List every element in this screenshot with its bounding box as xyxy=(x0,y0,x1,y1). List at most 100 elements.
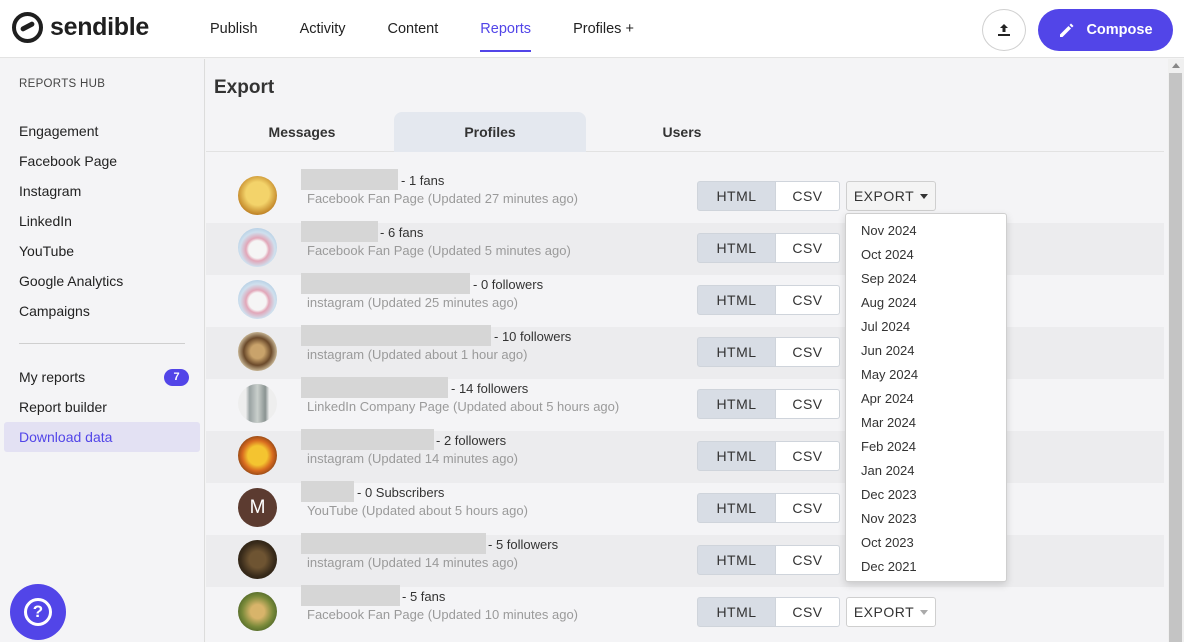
export-controls: HTML CSV xyxy=(697,389,840,419)
profile-subtitle: Facebook Fan Page (Updated 27 minutes ag… xyxy=(307,191,579,206)
sidebar-item-engagement[interactable]: Engagement xyxy=(4,116,200,146)
sidebar-item-label: My reports xyxy=(19,369,86,385)
html-button[interactable]: HTML xyxy=(697,597,776,627)
tab-messages[interactable]: Messages xyxy=(206,112,398,152)
export-controls: HTML CSV xyxy=(697,493,840,523)
avatar xyxy=(238,228,277,267)
list-item: - 6 fans Facebook Fan Page (Updated 5 mi… xyxy=(206,221,1164,275)
sidebar-item-linkedin[interactable]: LinkedIn xyxy=(4,206,200,236)
top-navigation-bar: sendible Publish Activity Content Report… xyxy=(0,0,1184,58)
export-dropdown-button[interactable]: EXPORT xyxy=(846,597,936,627)
html-button[interactable]: HTML xyxy=(697,441,776,471)
export-controls: HTML CSV EXPORT xyxy=(697,597,936,627)
html-button[interactable]: HTML xyxy=(697,389,776,419)
menu-item-month[interactable]: Aug 2024 xyxy=(846,290,1006,314)
csv-button[interactable]: CSV xyxy=(776,493,840,523)
compose-button[interactable]: Compose xyxy=(1038,9,1173,51)
csv-button[interactable]: CSV xyxy=(776,181,840,211)
sidebar-item-youtube[interactable]: YouTube xyxy=(4,236,200,266)
csv-button[interactable]: CSV xyxy=(776,285,840,315)
list-item: - 10 followers instagram (Updated about … xyxy=(206,325,1164,379)
export-label: EXPORT xyxy=(853,604,915,620)
sidebar-menu: Engagement Facebook Page Instagram Linke… xyxy=(4,116,200,452)
nav-reports[interactable]: Reports xyxy=(468,0,543,58)
nav-profiles[interactable]: Profiles + xyxy=(561,0,646,58)
sidebar-item-my-reports[interactable]: My reports 7 xyxy=(4,362,200,392)
csv-button[interactable]: CSV xyxy=(776,441,840,471)
menu-item-month[interactable]: Oct 2023 xyxy=(846,530,1006,554)
page-scrollbar[interactable] xyxy=(1168,59,1184,642)
menu-item-month[interactable]: Apr 2024 xyxy=(846,386,1006,410)
scroll-up-arrow-icon[interactable] xyxy=(1172,63,1180,68)
profile-stat: - 2 followers xyxy=(436,433,507,448)
export-controls: HTML CSV xyxy=(697,337,840,367)
nav-publish[interactable]: Publish xyxy=(198,0,270,58)
csv-button[interactable]: CSV xyxy=(776,389,840,419)
profile-stat: - 14 followers xyxy=(451,381,529,396)
html-button[interactable]: HTML xyxy=(697,233,776,263)
menu-item-month[interactable]: Dec 2021 xyxy=(846,554,1006,578)
scrollbar-thumb[interactable] xyxy=(1169,73,1182,642)
html-button[interactable]: HTML xyxy=(697,181,776,211)
tab-users[interactable]: Users xyxy=(586,112,778,152)
nav-content[interactable]: Content xyxy=(375,0,450,58)
html-button[interactable]: HTML xyxy=(697,545,776,575)
page-title: Export xyxy=(214,77,275,98)
sidebar-item-download-data[interactable]: Download data xyxy=(4,422,200,452)
html-button[interactable]: HTML xyxy=(697,493,776,523)
tab-profiles[interactable]: Profiles xyxy=(394,112,586,152)
html-button[interactable]: HTML xyxy=(697,285,776,315)
help-button[interactable]: ? xyxy=(10,584,66,640)
nav-activity[interactable]: Activity xyxy=(288,0,358,58)
csv-button[interactable]: CSV xyxy=(776,597,840,627)
menu-item-month[interactable]: Dec 2023 xyxy=(846,482,1006,506)
upload-button[interactable] xyxy=(982,9,1026,51)
sidebar-title: REPORTS HUB xyxy=(19,78,106,90)
profile-subtitle: Facebook Fan Page (Updated 10 minutes ag… xyxy=(307,607,579,622)
html-button[interactable]: HTML xyxy=(697,337,776,367)
export-month-menu: Nov 2024 Oct 2024 Sep 2024 Aug 2024 Jul … xyxy=(845,213,1007,582)
menu-item-month[interactable]: Nov 2024 xyxy=(846,218,1006,242)
profile-stat: - 6 fans xyxy=(380,225,424,240)
csv-button[interactable]: CSV xyxy=(776,337,840,367)
sidebar-item-campaigns[interactable]: Campaigns xyxy=(4,296,200,326)
menu-item-month[interactable]: Jun 2024 xyxy=(846,338,1006,362)
sidebar-item-report-builder[interactable]: Report builder xyxy=(4,392,200,422)
redacted-profile-name xyxy=(301,481,354,502)
profile-stat: - 10 followers xyxy=(494,329,572,344)
sidebar-item-instagram[interactable]: Instagram xyxy=(4,176,200,206)
redacted-profile-name xyxy=(301,585,400,606)
export-panel: Export Messages Profiles Users - 1 fans … xyxy=(206,59,1168,642)
avatar xyxy=(238,592,277,631)
menu-item-month[interactable]: Nov 2023 xyxy=(846,506,1006,530)
profile-subtitle: YouTube (Updated about 5 hours ago) xyxy=(307,503,528,518)
export-dropdown-button[interactable]: EXPORT xyxy=(846,181,936,211)
redacted-profile-name xyxy=(301,377,448,398)
menu-item-month[interactable]: Oct 2024 xyxy=(846,242,1006,266)
csv-button[interactable]: CSV xyxy=(776,545,840,575)
avatar xyxy=(238,332,277,371)
menu-item-month[interactable]: May 2024 xyxy=(846,362,1006,386)
profile-stat: - 1 fans xyxy=(401,173,445,188)
redacted-profile-name xyxy=(301,325,491,346)
sidebar-item-google-analytics[interactable]: Google Analytics xyxy=(4,266,200,296)
reports-sidebar: REPORTS HUB Engagement Facebook Page Ins… xyxy=(0,59,205,642)
profiles-list: - 1 fans Facebook Fan Page (Updated 27 m… xyxy=(206,169,1164,639)
redacted-profile-name xyxy=(301,169,398,190)
sidebar-divider xyxy=(19,343,185,344)
redacted-profile-name xyxy=(301,429,434,450)
profile-subtitle: instagram (Updated about 1 hour ago) xyxy=(307,347,528,362)
csv-button[interactable]: CSV xyxy=(776,233,840,263)
menu-item-month[interactable]: Mar 2024 xyxy=(846,410,1006,434)
menu-item-month[interactable]: Sep 2024 xyxy=(846,266,1006,290)
avatar xyxy=(238,436,277,475)
sidebar-item-facebook-page[interactable]: Facebook Page xyxy=(4,146,200,176)
menu-item-month[interactable]: Feb 2024 xyxy=(846,434,1006,458)
list-item: - 0 followers instagram (Updated 25 minu… xyxy=(206,273,1164,327)
sendible-logo[interactable]: sendible xyxy=(12,12,149,43)
menu-item-month[interactable]: Jul 2024 xyxy=(846,314,1006,338)
export-controls: HTML CSV xyxy=(697,285,840,315)
avatar xyxy=(238,280,277,319)
menu-item-month[interactable]: Jan 2024 xyxy=(846,458,1006,482)
profile-subtitle: instagram (Updated 14 minutes ago) xyxy=(307,555,519,570)
